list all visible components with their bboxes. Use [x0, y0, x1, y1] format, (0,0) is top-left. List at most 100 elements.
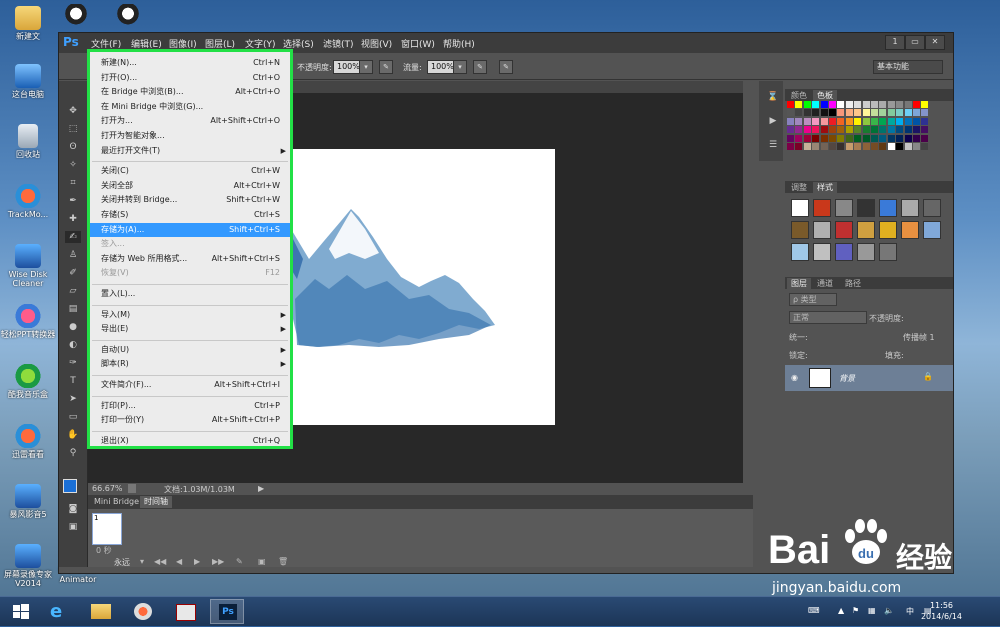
- tab-layers[interactable]: 图层: [787, 278, 811, 289]
- color-swatch[interactable]: [879, 126, 887, 134]
- file-menu-item[interactable]: 在 Mini Bridge 中浏览(G)...: [90, 100, 290, 114]
- tab-adjustments[interactable]: 调整: [787, 182, 811, 193]
- color-swatch[interactable]: [871, 109, 878, 117]
- color-swatch[interactable]: [862, 134, 870, 142]
- color-swatch[interactable]: [921, 101, 929, 108]
- play-icon[interactable]: ▶: [194, 557, 200, 566]
- file-menu-item[interactable]: 关闭并转到 Bridge... Shift+Ctrl+W: [90, 193, 290, 207]
- color-swatch[interactable]: [812, 126, 820, 134]
- color-swatch[interactable]: [837, 101, 845, 108]
- file-menu-item[interactable]: 打印(P)... Ctrl+P: [90, 399, 290, 413]
- file-menu-item[interactable]: 在 Bridge 中浏览(B)... Alt+Ctrl+O: [90, 85, 290, 99]
- color-swatch[interactable]: [921, 143, 929, 150]
- tab-timeline[interactable]: 时间轴: [140, 496, 172, 508]
- file-menu-item[interactable]: 文件简介(F)... Alt+Shift+Ctrl+I: [90, 378, 290, 392]
- color-swatch[interactable]: [879, 101, 887, 108]
- style-preset[interactable]: [857, 199, 875, 217]
- color-swatch[interactable]: [879, 143, 887, 150]
- color-swatch[interactable]: [887, 117, 895, 125]
- desktop-icon-kuwo[interactable]: 酷我音乐盒: [0, 364, 56, 399]
- menu-help[interactable]: 帮助(H): [443, 37, 475, 50]
- color-swatch[interactable]: [913, 101, 920, 108]
- color-swatch[interactable]: [795, 109, 803, 117]
- style-preset[interactable]: [879, 199, 897, 217]
- color-swatch[interactable]: [862, 101, 870, 108]
- desktop-icon-ppt-converter[interactable]: 轻松PPT转换器: [0, 304, 56, 339]
- properties-panel-icon[interactable]: ☰: [765, 139, 781, 151]
- next-frame-icon[interactable]: ▶▶: [212, 557, 224, 566]
- color-swatch[interactable]: [837, 143, 845, 150]
- color-swatch[interactable]: [862, 117, 870, 125]
- lasso-tool-icon[interactable]: ʘ: [65, 141, 81, 153]
- style-preset[interactable]: [879, 221, 897, 239]
- canvas[interactable]: [269, 149, 555, 425]
- desktop-icon-baofeng[interactable]: 暴风影音5: [0, 484, 56, 519]
- loop-option[interactable]: 永远: [114, 557, 130, 568]
- tray-expand-icon[interactable]: ▲: [838, 606, 844, 615]
- gradient-tool-icon[interactable]: ▤: [65, 303, 81, 315]
- color-swatch[interactable]: [887, 134, 895, 142]
- desktop-icon-recycle-bin[interactable]: 回收站: [0, 124, 56, 159]
- app-taskbar-icon[interactable]: [126, 599, 160, 624]
- color-swatch[interactable]: [803, 134, 811, 142]
- color-swatch[interactable]: [913, 117, 920, 125]
- close-button[interactable]: ✕: [925, 35, 945, 50]
- path-select-tool-icon[interactable]: ➤: [65, 393, 81, 405]
- flag-tray-icon[interactable]: ⚑: [852, 606, 859, 615]
- desktop-icon-trackmo[interactable]: TrackMo...: [0, 184, 56, 219]
- file-menu-item[interactable]: 存储为(A)... Shift+Ctrl+S: [90, 222, 290, 237]
- file-menu-item[interactable]: 退出(X) Ctrl+Q: [90, 434, 290, 448]
- tween-icon[interactable]: ✎: [236, 557, 243, 566]
- status-arrow-icon[interactable]: ▶: [258, 484, 264, 493]
- menu-view[interactable]: 视图(V): [361, 37, 392, 50]
- color-swatch[interactable]: [879, 109, 887, 117]
- color-swatch[interactable]: [820, 101, 828, 108]
- file-menu-item[interactable]: 置入(L)...: [90, 287, 290, 301]
- swatches-grid[interactable]: [787, 101, 937, 161]
- quick-select-tool-icon[interactable]: ✧: [65, 159, 81, 171]
- file-menu-item[interactable]: 关闭(C) Ctrl+W: [90, 164, 290, 178]
- desktop-icon-screen-recorder[interactable]: 屏幕录像专家V2014: [0, 544, 56, 588]
- color-swatch[interactable]: [896, 126, 904, 134]
- airbrush-icon[interactable]: ✎: [473, 60, 487, 74]
- color-swatch[interactable]: [871, 143, 878, 150]
- color-swatch[interactable]: [829, 101, 836, 108]
- color-swatch[interactable]: [921, 134, 929, 142]
- color-swatch[interactable]: [854, 134, 862, 142]
- color-swatch[interactable]: [812, 134, 820, 142]
- color-swatch[interactable]: [921, 117, 929, 125]
- layer-name[interactable]: 背景: [839, 373, 855, 384]
- color-swatch[interactable]: [829, 109, 836, 117]
- color-swatch[interactable]: [896, 134, 904, 142]
- style-preset[interactable]: [791, 199, 809, 217]
- zoom-tool-icon[interactable]: ⚲: [65, 447, 81, 459]
- quick-mask-icon[interactable]: ◙: [65, 503, 81, 515]
- blend-mode-select[interactable]: 正常: [789, 311, 867, 324]
- animation-frame[interactable]: 1: [92, 513, 122, 545]
- color-swatch[interactable]: [896, 117, 904, 125]
- file-menu-item[interactable]: 导入(M) ▶: [90, 308, 290, 322]
- history-brush-tool-icon[interactable]: ✐: [65, 267, 81, 279]
- eyedropper-tool-icon[interactable]: ✒: [65, 195, 81, 207]
- airbrush-pressure-icon[interactable]: ✎: [379, 60, 393, 74]
- tab-styles[interactable]: 样式: [813, 182, 837, 193]
- color-swatch[interactable]: [820, 117, 828, 125]
- color-swatch[interactable]: [887, 101, 895, 108]
- type-tool-icon[interactable]: T: [65, 375, 81, 387]
- desktop-icon-qq-1[interactable]: [48, 4, 104, 30]
- minimize-button[interactable]: 1: [885, 35, 905, 50]
- color-swatch[interactable]: [921, 126, 929, 134]
- photoshop-taskbar-icon[interactable]: Ps: [210, 599, 244, 624]
- color-swatch[interactable]: [829, 117, 836, 125]
- blur-tool-icon[interactable]: ●: [65, 321, 81, 333]
- color-swatch[interactable]: [879, 134, 887, 142]
- color-swatch[interactable]: [854, 109, 862, 117]
- color-swatch[interactable]: [845, 134, 853, 142]
- tab-mini-bridge[interactable]: Mini Bridge: [90, 496, 143, 508]
- color-swatch[interactable]: [904, 109, 912, 117]
- color-swatch[interactable]: [904, 117, 912, 125]
- color-swatch[interactable]: [837, 117, 845, 125]
- style-preset[interactable]: [791, 221, 809, 239]
- color-swatch[interactable]: [896, 109, 904, 117]
- marquee-tool-icon[interactable]: ⬚: [65, 123, 81, 135]
